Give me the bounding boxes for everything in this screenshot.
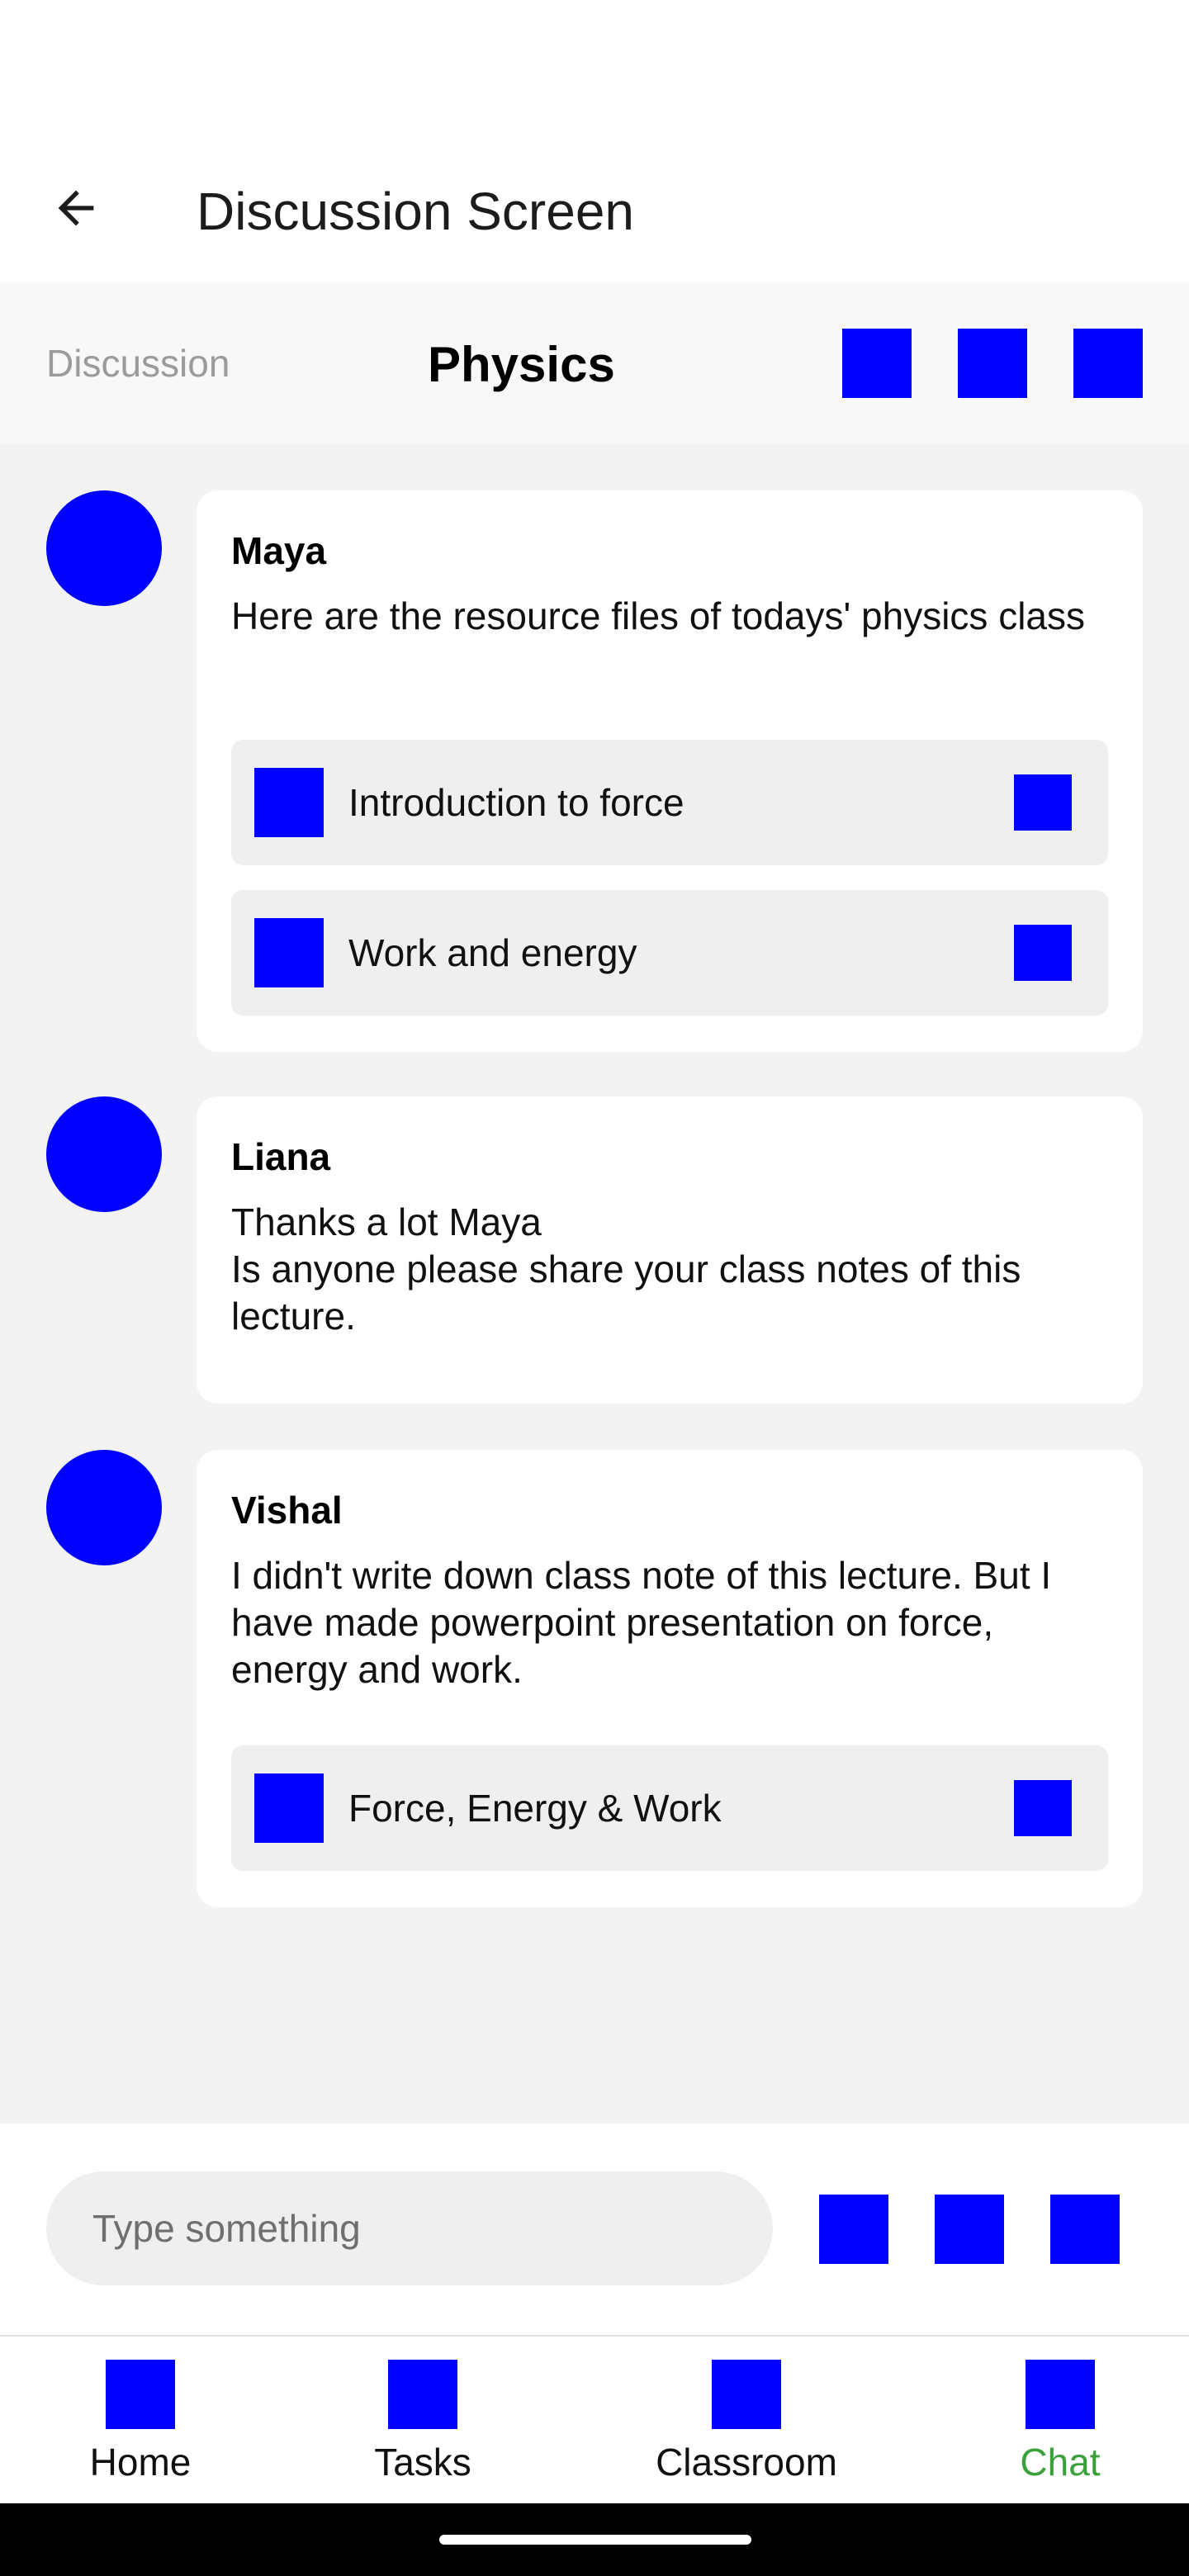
message-bubble: Maya Here are the resource files of toda… [197, 490, 1143, 1052]
nav-label: Chat [1020, 2441, 1101, 2484]
file-icon [254, 1773, 324, 1843]
message-bubble: Vishal I didn't write down class note of… [197, 1450, 1143, 1907]
download-icon[interactable] [1014, 925, 1072, 981]
status-bar [0, 0, 1189, 140]
send-icon[interactable] [1050, 2195, 1120, 2264]
nav-label: Home [89, 2441, 192, 2484]
message-composer [0, 2124, 1189, 2335]
avatar[interactable] [46, 1450, 162, 1565]
nav-label: Tasks [374, 2441, 471, 2484]
page-title: Discussion Screen [197, 182, 634, 241]
home-icon [106, 2360, 175, 2429]
message-text: Thanks a lot Maya Is anyone please share… [231, 1200, 1021, 1338]
channel-title: Physics [428, 337, 615, 392]
message-input[interactable] [46, 2171, 773, 2285]
avatar[interactable] [46, 1096, 162, 1212]
system-gesture-bar [0, 2503, 1189, 2576]
nav-item-home[interactable]: Home [17, 2337, 264, 2505]
nav-item-chat[interactable]: Chat [936, 2337, 1184, 2505]
message-list[interactable]: Maya Here are the resource files of toda… [0, 444, 1189, 2124]
file-icon [254, 918, 324, 987]
attachment-item[interactable]: Introduction to force [231, 740, 1108, 865]
breadcrumb[interactable]: Discussion [46, 337, 230, 390]
message-author: Maya [231, 529, 327, 572]
app-bar: Discussion Screen [0, 140, 1189, 282]
avatar[interactable] [46, 490, 162, 606]
arrow-left-icon [58, 190, 94, 226]
file-icon [254, 768, 324, 837]
download-icon[interactable] [1014, 774, 1072, 831]
attachment-item[interactable]: Work and energy [231, 890, 1108, 1016]
tasks-icon [388, 2360, 457, 2429]
camera-icon[interactable] [935, 2195, 1004, 2264]
home-indicator[interactable] [439, 2535, 751, 2545]
nav-label: Classroom [656, 2441, 837, 2484]
channel-header: Discussion Physics [0, 282, 1189, 444]
bottom-navigation: Home Tasks Classroom Chat [0, 2335, 1189, 2503]
attach-icon[interactable] [819, 2195, 888, 2264]
message-text: Here are the resource files of todays' p… [231, 594, 1086, 637]
message-bubble: Liana Thanks a lot Maya Is anyone please… [197, 1096, 1143, 1404]
header-action-1-icon[interactable] [842, 329, 912, 398]
attachment-name: Force, Energy & Work [348, 1787, 722, 1830]
attachment-name: Introduction to force [348, 781, 685, 824]
message-author: Vishal [231, 1489, 343, 1532]
header-action-2-icon[interactable] [958, 329, 1027, 398]
classroom-icon [712, 2360, 781, 2429]
attachment-item[interactable]: Force, Energy & Work [231, 1745, 1108, 1871]
header-action-3-icon[interactable] [1073, 329, 1143, 398]
message-text: I didn't write down class note of this l… [231, 1554, 1052, 1691]
back-button[interactable] [33, 165, 119, 251]
nav-item-classroom[interactable]: Classroom [623, 2337, 870, 2505]
attachment-name: Work and energy [348, 931, 637, 974]
download-icon[interactable] [1014, 1780, 1072, 1836]
message-author: Liana [231, 1135, 331, 1178]
nav-item-tasks[interactable]: Tasks [299, 2337, 547, 2505]
chat-icon [1026, 2360, 1095, 2429]
